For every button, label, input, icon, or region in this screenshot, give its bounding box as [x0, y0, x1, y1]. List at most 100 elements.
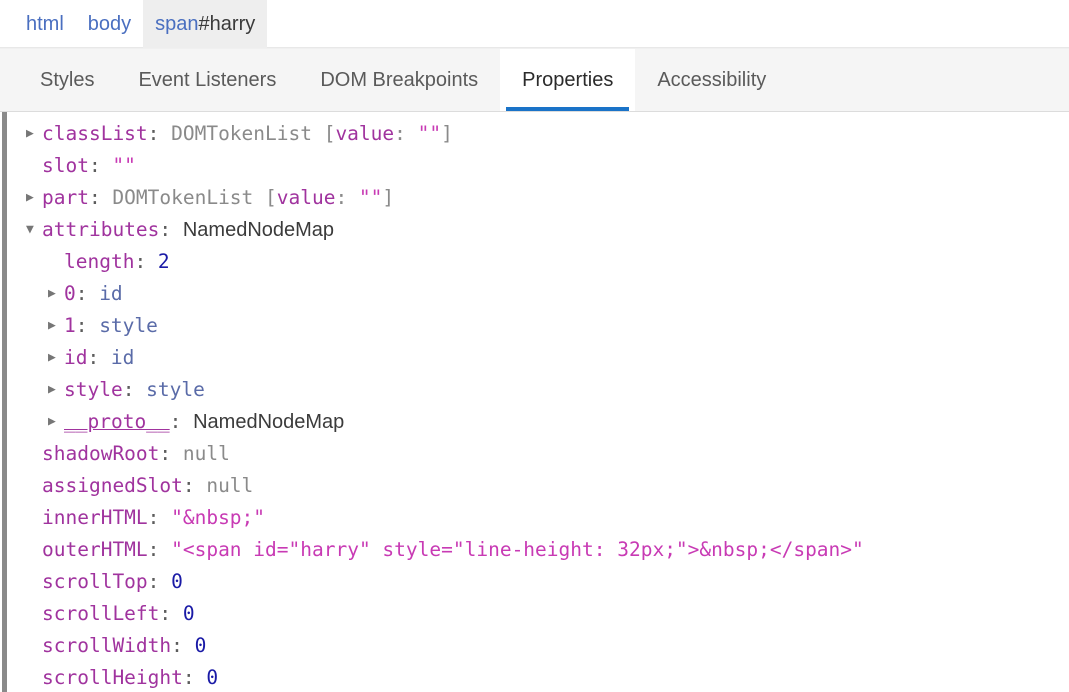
- dom-breadcrumb-bar: html body span#harry: [0, 0, 1069, 48]
- tab-styles[interactable]: Styles: [18, 49, 116, 111]
- property-colon: :: [169, 410, 182, 433]
- expander-glyph: ▶: [48, 382, 56, 397]
- property-value: 0: [171, 570, 183, 593]
- property-row[interactable]: ▶ 0: id: [26, 278, 1069, 310]
- property-colon: :: [159, 218, 172, 241]
- bracket-key: value: [335, 122, 395, 145]
- property-row[interactable]: ▶ 1: style: [26, 310, 1069, 342]
- property-row[interactable]: ▶ style: style: [26, 374, 1069, 406]
- property-name: shadowRoot: [42, 442, 160, 465]
- property-name: id: [64, 346, 88, 369]
- crumb-tag: body: [87, 12, 132, 35]
- property-colon: :: [88, 186, 101, 209]
- crumb-tag: span: [155, 12, 199, 35]
- expander-glyph: ▶: [26, 190, 34, 205]
- property-row[interactable]: length:2: [26, 246, 1069, 278]
- bracket-close: ]: [382, 186, 395, 209]
- property-row[interactable]: outerHTML: "<span id="harry" style="line-…: [26, 534, 1069, 566]
- property-value: "&nbsp;": [171, 506, 266, 529]
- tab-label: DOM Breakpoints: [320, 68, 479, 91]
- bracket-open: [: [264, 186, 277, 209]
- property-colon: :: [75, 314, 88, 337]
- property-colon: :: [147, 122, 160, 145]
- expander-glyph: ▶: [48, 286, 56, 301]
- property-row[interactable]: ▼ attributes: NamedNodeMap: [26, 214, 1069, 246]
- property-row[interactable]: ▶ classList: DOMTokenList [value: ""]: [26, 118, 1069, 150]
- crumb-span-harry[interactable]: span#harry: [143, 0, 268, 48]
- property-value: NamedNodeMap: [182, 219, 335, 241]
- property-row[interactable]: innerHTML: "&nbsp;": [26, 502, 1069, 534]
- property-row[interactable]: scrollTop:0: [26, 566, 1069, 598]
- tab-label: Properties: [522, 68, 614, 91]
- crumb-tag: html: [26, 12, 64, 35]
- property-value: null: [182, 442, 230, 465]
- property-colon: :: [87, 346, 100, 369]
- property-value: 0: [194, 634, 207, 657]
- property-row[interactable]: ▶ id: id: [26, 342, 1069, 374]
- property-name: attributes: [42, 218, 160, 241]
- tab-accessibility[interactable]: Accessibility: [635, 49, 788, 111]
- properties-pane: ▶ classList: DOMTokenList[value: ""] slot: ""…: [0, 112, 1069, 692]
- tab-properties[interactable]: Properties: [500, 49, 636, 111]
- property-colon: :: [171, 634, 183, 657]
- property-name: 0: [64, 282, 76, 305]
- bracket-value: "": [358, 186, 383, 209]
- property-row[interactable]: shadowRoot: null: [26, 438, 1069, 470]
- bracket-colon: :: [335, 186, 348, 209]
- property-colon: :: [147, 538, 160, 561]
- properties-list: ▶ classList: DOMTokenList[value: ""] slot: ""…: [0, 118, 1069, 692]
- property-name: style: [64, 378, 123, 401]
- property-name: scrollTop: [42, 570, 148, 593]
- property-colon: :: [134, 250, 147, 273]
- bracket-open: [: [323, 122, 336, 145]
- property-name: outerHTML: [42, 538, 148, 561]
- property-row[interactable]: ▶ part: DOMTokenList [value: ""]: [26, 182, 1069, 214]
- property-type: DOMTokenList: [112, 186, 254, 209]
- tab-label: Event Listeners: [138, 68, 277, 91]
- property-value[interactable]: id: [111, 342, 134, 374]
- property-value: 2: [157, 250, 170, 273]
- property-name: slot: [42, 154, 89, 177]
- property-colon: :: [159, 602, 172, 625]
- property-value[interactable]: style: [146, 374, 205, 406]
- property-value[interactable]: id: [99, 278, 122, 310]
- property-colon: :: [122, 378, 135, 401]
- property-colon: :: [182, 666, 195, 689]
- tab-label: Styles: [40, 68, 95, 91]
- property-colon: :: [147, 570, 160, 593]
- property-value[interactable]: style: [99, 310, 158, 342]
- property-name: innerHTML: [42, 506, 148, 529]
- bracket-value: "": [417, 122, 442, 145]
- vertical-scrollbar[interactable]: [2, 112, 7, 692]
- property-colon: :: [75, 282, 88, 305]
- property-row[interactable]: scrollWidth:0: [26, 630, 1069, 662]
- property-name: length: [64, 250, 135, 273]
- property-row[interactable]: scrollHeight:0: [26, 662, 1069, 692]
- property-colon: :: [182, 474, 195, 497]
- expander-glyph: ▶: [48, 350, 56, 365]
- bracket-key: value: [276, 186, 336, 209]
- property-row[interactable]: ▶ __proto__: NamedNodeMap: [26, 406, 1069, 438]
- property-name: scrollHeight: [42, 666, 183, 689]
- property-name: assignedSlot: [42, 474, 183, 497]
- tab-event-listeners[interactable]: Event Listeners: [116, 49, 298, 111]
- property-colon: :: [88, 154, 101, 177]
- property-name: 1: [64, 314, 76, 337]
- crumb-html[interactable]: html: [14, 5, 76, 43]
- sidebar-pane-tab-bar: Styles Event Listeners DOM Breakpoints Prop…: [0, 48, 1069, 112]
- property-colon: :: [147, 506, 160, 529]
- property-row[interactable]: scrollLeft:0: [26, 598, 1069, 630]
- property-value: NamedNodeMap: [193, 411, 345, 433]
- tab-dom-breakpoints[interactable]: DOM Breakpoints: [298, 49, 500, 111]
- property-row[interactable]: slot: "": [26, 150, 1069, 182]
- property-value: 0: [206, 666, 219, 689]
- crumb-id: #harry: [198, 12, 256, 35]
- expander-glyph: ▶: [26, 126, 34, 141]
- property-name: __proto__: [64, 410, 170, 433]
- property-row[interactable]: assignedSlot: null: [26, 470, 1069, 502]
- expander-glyph: ▶: [48, 414, 56, 429]
- crumb-body[interactable]: body: [76, 5, 143, 43]
- property-name: scrollWidth: [42, 634, 172, 657]
- expander-glyph: ▼: [26, 222, 34, 237]
- bracket-colon: :: [394, 122, 406, 145]
